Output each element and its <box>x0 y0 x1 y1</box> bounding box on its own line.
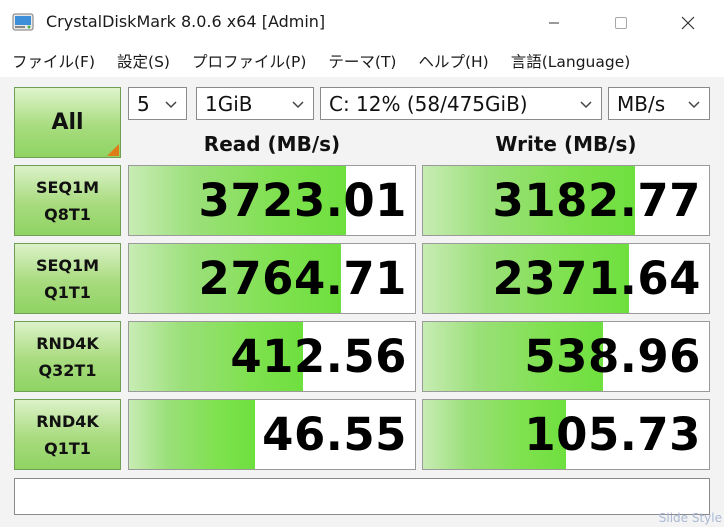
close-icon <box>681 16 695 29</box>
test-count-select[interactable]: 5 <box>128 87 187 120</box>
test-name-line1: RND4K <box>36 411 99 431</box>
read-bar <box>129 400 255 469</box>
write-value: 105.73 <box>524 408 701 461</box>
test-button-rnd4k-q32t1[interactable]: RND4K Q32T1 <box>14 321 121 392</box>
write-result-rnd4k-q1t1: 105.73 <box>422 399 710 470</box>
test-name-line2: Q32T1 <box>38 360 97 380</box>
read-value: 46.55 <box>262 408 407 461</box>
test-button-seq1m-q1t1[interactable]: SEQ1M Q1T1 <box>14 243 121 314</box>
test-name-line2: Q1T1 <box>44 438 91 458</box>
drive-select[interactable]: C: 12% (58/475GiB) <box>320 87 602 120</box>
read-result-seq1m-q1t1: 2764.71 <box>128 243 416 314</box>
watermark: Slide Style <box>658 511 722 525</box>
test-size-select[interactable]: 1GiB <box>196 87 314 120</box>
read-value: 3723.01 <box>198 174 407 227</box>
read-result-rnd4k-q32t1: 412.56 <box>128 321 416 392</box>
drive-value: C: 12% (58/475GiB) <box>329 91 528 116</box>
read-result-rnd4k-q1t1: 46.55 <box>128 399 416 470</box>
minimize-button[interactable] <box>520 0 588 45</box>
test-name-line2: Q8T1 <box>44 204 91 224</box>
menu-bar: ファイル(F) 設定(S) プロファイル(P) テーマ(T) ヘルプ(H) 言語… <box>0 45 724 77</box>
unit-value: MB/s <box>617 91 666 116</box>
test-name-line1: SEQ1M <box>35 177 100 197</box>
write-value: 2371.64 <box>492 252 701 305</box>
test-name-line1: SEQ1M <box>35 255 100 275</box>
test-button-rnd4k-q1t1[interactable]: RND4K Q1T1 <box>14 399 121 470</box>
maximize-button[interactable] <box>587 0 655 45</box>
close-button[interactable] <box>654 0 722 45</box>
read-result-seq1m-q8t1: 3723.01 <box>128 165 416 236</box>
test-button-seq1m-q8t1[interactable]: SEQ1M Q8T1 <box>14 165 121 236</box>
write-result-seq1m-q1t1: 2371.64 <box>422 243 710 314</box>
write-value: 3182.77 <box>492 174 701 227</box>
title-bar: CrystalDiskMark 8.0.6 x64 [Admin] <box>0 0 724 45</box>
run-all-button[interactable]: All <box>14 87 121 158</box>
test-name-line1: RND4K <box>36 333 99 353</box>
test-size-value: 1GiB <box>205 91 253 116</box>
test-count-value: 5 <box>137 91 150 116</box>
write-result-seq1m-q8t1: 3182.77 <box>422 165 710 236</box>
chevron-down-icon <box>292 101 304 109</box>
unit-select[interactable]: MB/s <box>608 87 710 120</box>
chevron-down-icon <box>688 101 700 109</box>
run-all-label: All <box>51 110 84 135</box>
corner-marker <box>107 144 119 156</box>
chevron-down-icon <box>165 101 177 109</box>
menu-file[interactable]: ファイル(F) <box>0 50 105 72</box>
write-result-rnd4k-q32t1: 538.96 <box>422 321 710 392</box>
comment-field[interactable] <box>14 478 710 515</box>
test-name-line2: Q1T1 <box>44 282 91 302</box>
read-value: 2764.71 <box>198 252 407 305</box>
benchmark-panel: All 5 1GiB C: 12% (58/475GiB) MB/s Read … <box>0 77 724 527</box>
app-disk-icon <box>12 13 34 31</box>
window-title: CrystalDiskMark 8.0.6 x64 [Admin] <box>46 12 326 31</box>
menu-settings[interactable]: 設定(S) <box>105 50 180 72</box>
maximize-icon <box>615 16 627 29</box>
minimize-icon <box>549 22 559 23</box>
chevron-down-icon <box>580 101 592 109</box>
menu-theme[interactable]: テーマ(T) <box>316 50 406 72</box>
write-column-header: Write (MB/s) <box>495 132 637 156</box>
read-column-header: Read (MB/s) <box>203 132 341 156</box>
read-value: 412.56 <box>230 330 407 383</box>
write-value: 538.96 <box>524 330 701 383</box>
menu-profile[interactable]: プロファイル(P) <box>180 50 316 72</box>
menu-help[interactable]: ヘルプ(H) <box>406 50 498 72</box>
menu-language[interactable]: 言語(Language) <box>499 50 641 72</box>
